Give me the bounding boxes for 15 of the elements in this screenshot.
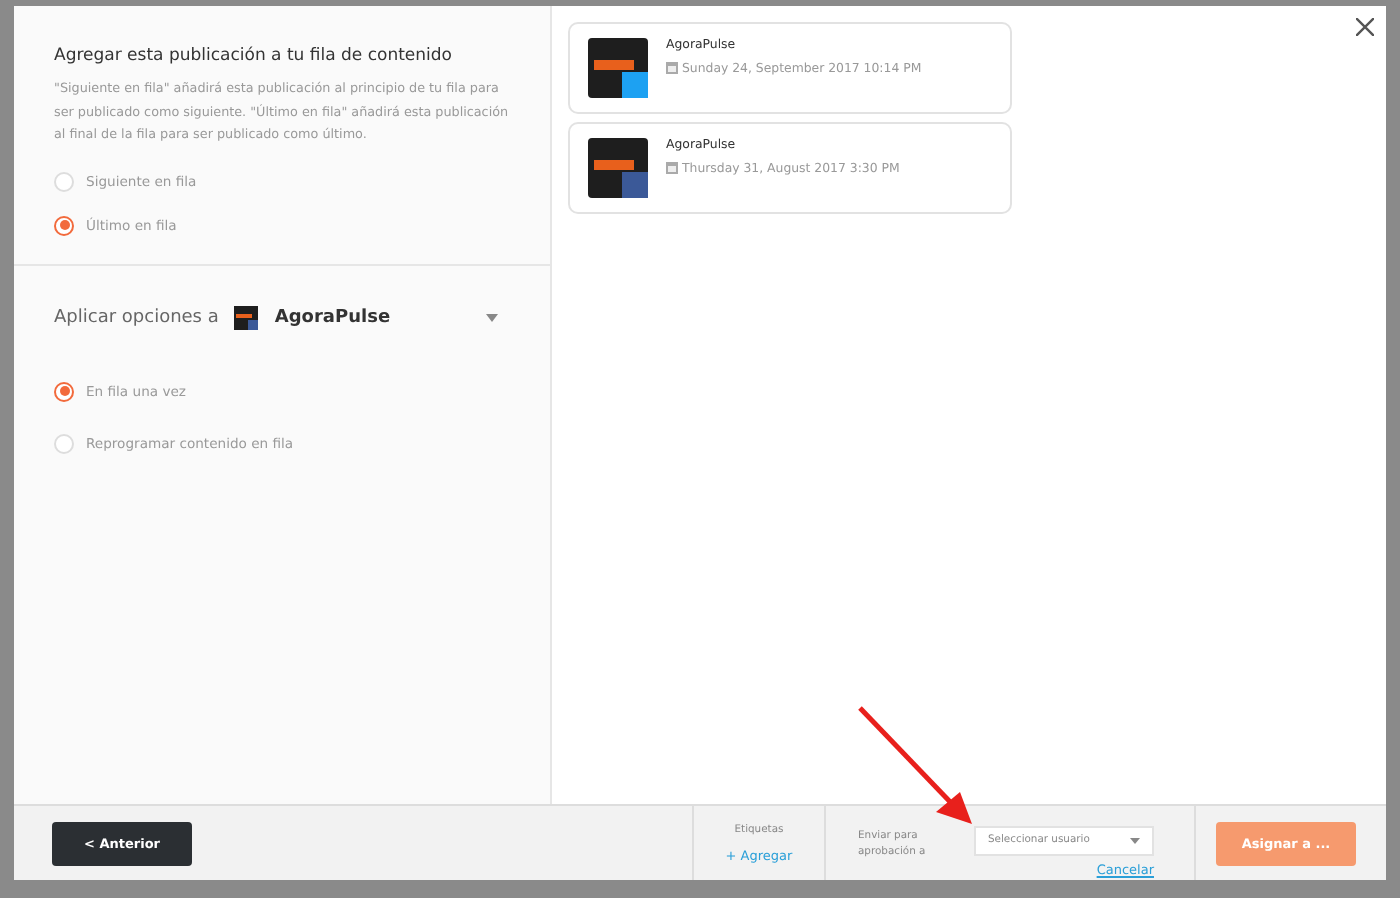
section-title: Agregar esta publicación a tu fila de contenido <box>54 46 455 66</box>
radio-button[interactable] <box>54 381 74 401</box>
caret-icon[interactable] <box>486 313 499 321</box>
arrow-drawing <box>856 704 976 828</box>
apply-label: Aplicar opciones a <box>54 307 219 327</box>
close-button[interactable] <box>1356 14 1374 40</box>
caret-icon <box>1130 837 1140 843</box>
account-avatar-icon <box>588 138 648 198</box>
radio-button[interactable] <box>54 215 74 235</box>
account-name[interactable]: AgoraPulse <box>274 307 391 327</box>
account-avatar-icon <box>588 38 648 98</box>
close-icon[interactable] <box>1356 18 1374 36</box>
calendar-icon <box>666 162 678 174</box>
calendar-icon <box>666 62 678 74</box>
account-avatar-icon <box>234 305 259 329</box>
